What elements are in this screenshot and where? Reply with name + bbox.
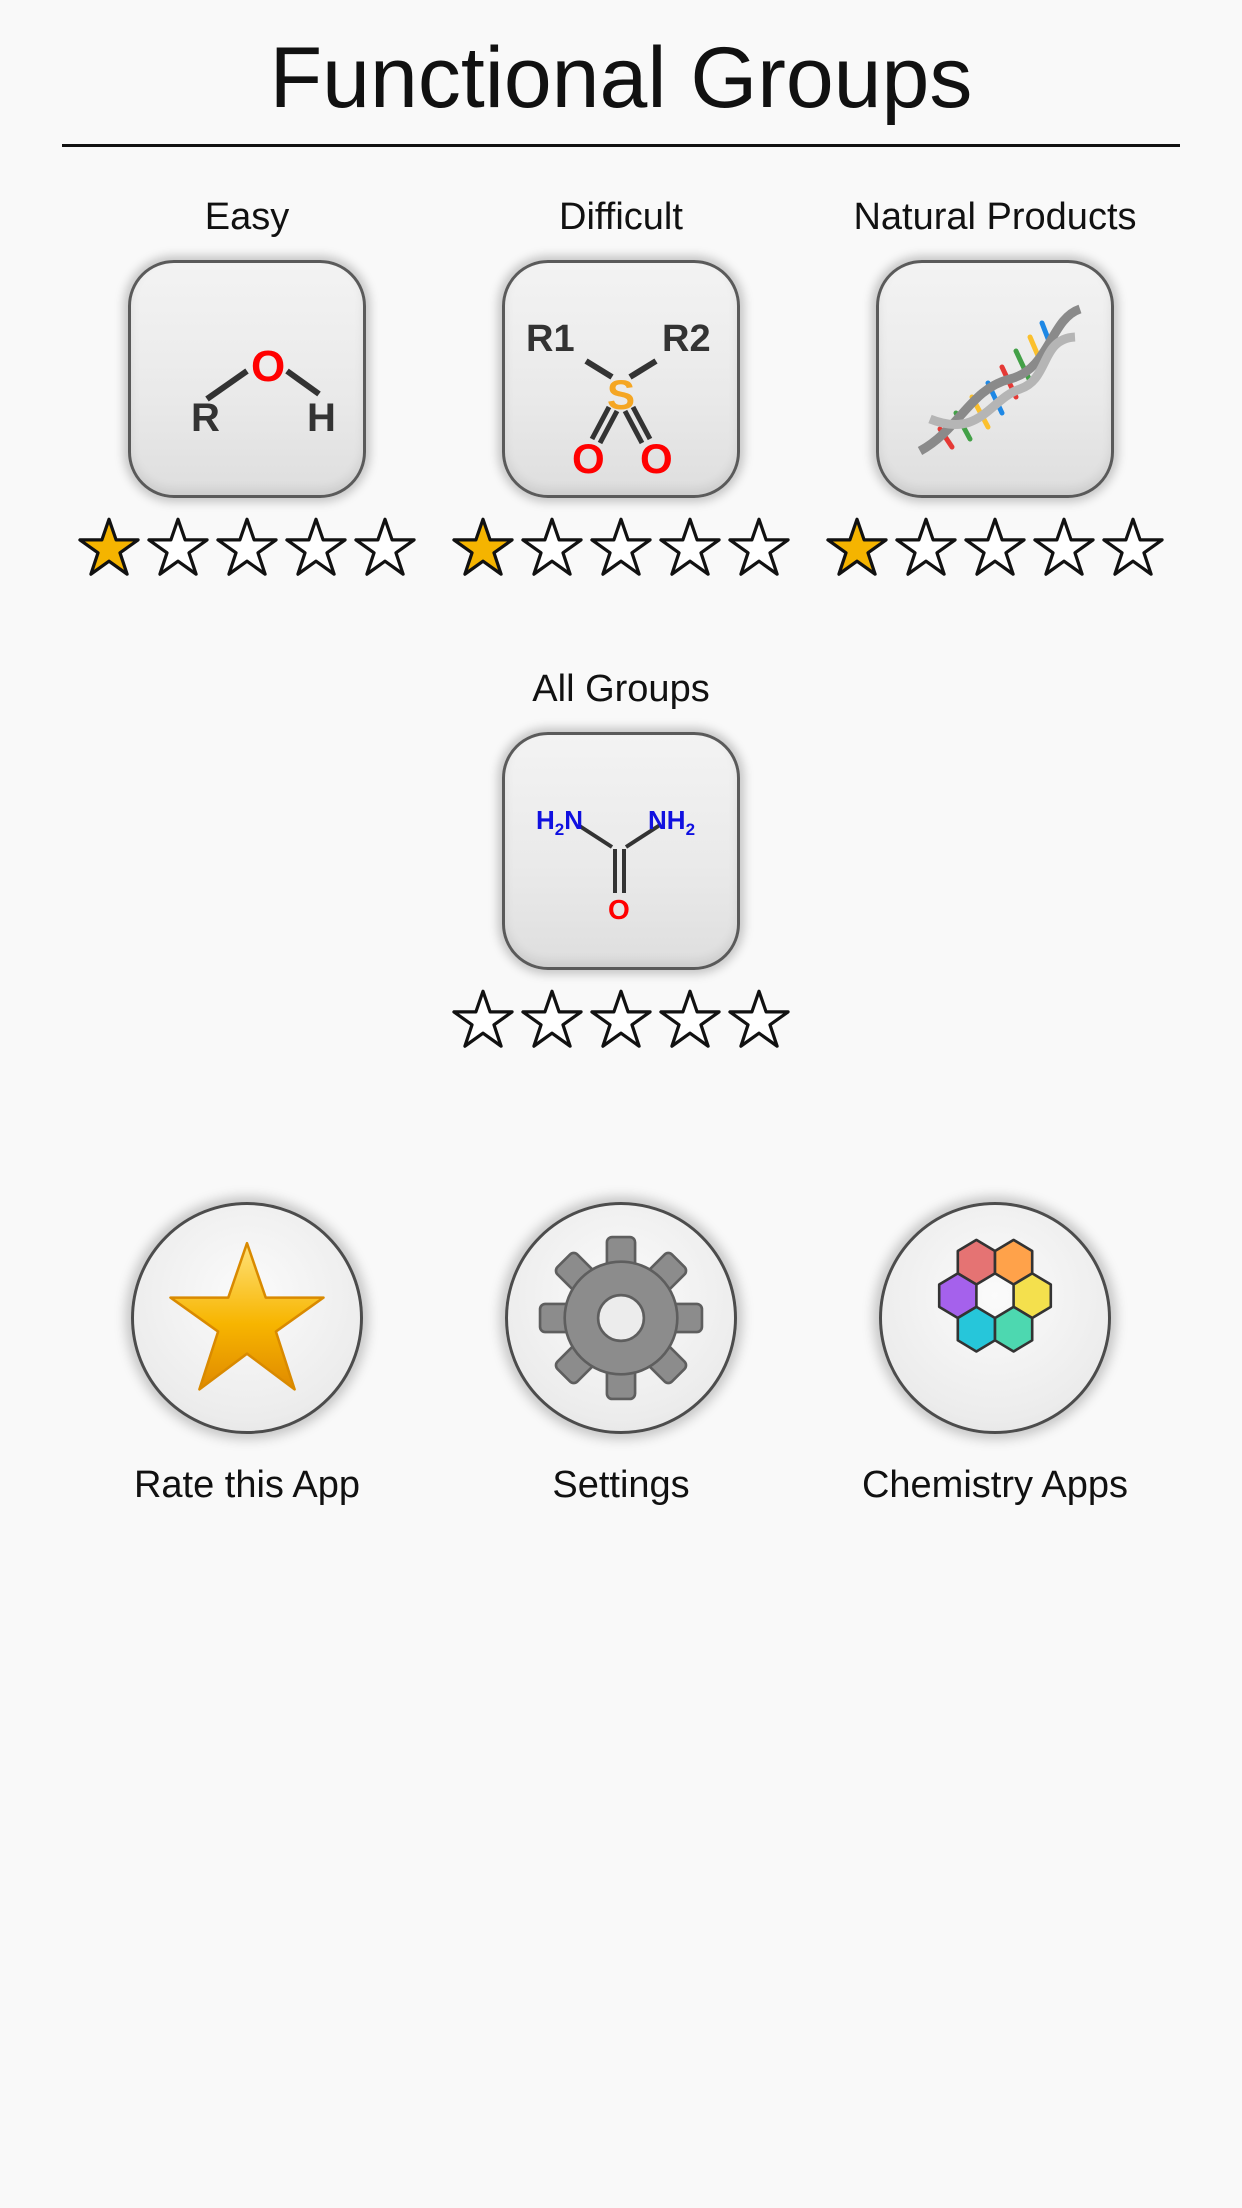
star-empty-icon	[521, 517, 583, 576]
star-empty-icon	[895, 517, 957, 576]
level-natural-products: Natural Products	[808, 194, 1182, 578]
atom-o-right: O	[640, 435, 673, 479]
chemistry-apps-button[interactable]	[879, 1202, 1111, 1434]
level-easy-rating	[76, 516, 418, 578]
level-easy-button[interactable]: R O H	[128, 260, 366, 498]
group-r2: R2	[662, 318, 711, 360]
settings-button[interactable]	[505, 1202, 737, 1434]
amine-left: H2N	[536, 805, 583, 839]
star-empty-icon	[590, 517, 652, 576]
star-empty-icon	[216, 517, 278, 576]
amine-right: NH2	[648, 805, 695, 839]
level-difficult-label: Difficult	[559, 196, 683, 238]
atom-s: S	[607, 371, 635, 418]
atom-h: H	[307, 396, 336, 440]
atom-r: R	[191, 396, 220, 440]
sulfonyl-structure-icon: R1 R2 S O O	[526, 318, 711, 479]
chemistry-apps-label: Chemistry Apps	[861, 1464, 1129, 1506]
page-title: Functional Groups	[269, 30, 973, 126]
star-filled-icon	[78, 517, 140, 576]
star-empty-icon	[659, 517, 721, 576]
star-empty-icon	[590, 989, 652, 1048]
star-empty-icon	[728, 989, 790, 1048]
level-difficult-button[interactable]: R1 R2 S O O	[502, 260, 740, 498]
hydroxyl-structure-icon: R O H	[191, 342, 336, 440]
star-empty-icon	[964, 517, 1026, 576]
hexagon-rings-icon	[937, 1238, 1053, 1353]
level-natural-products-rating	[824, 516, 1166, 578]
chemistry-apps-action: Chemistry Apps	[808, 1202, 1182, 1508]
gear-icon	[538, 1235, 704, 1401]
level-difficult: Difficult R1 R2 S O O	[434, 194, 808, 578]
group-r1: R1	[526, 318, 575, 360]
star-empty-icon	[659, 989, 721, 1048]
dna-helix-icon	[917, 304, 1082, 455]
urea-structure-icon: H2N NH2 O	[536, 805, 695, 925]
atom-o: O	[251, 342, 285, 391]
rate-app-button[interactable]	[131, 1202, 363, 1434]
atom-o-left: O	[572, 435, 605, 479]
level-easy: Easy R O H	[60, 194, 434, 578]
level-natural-products-button[interactable]	[876, 260, 1114, 498]
settings-label: Settings	[552, 1464, 690, 1506]
atom-o: O	[608, 894, 630, 925]
rate-app-action: Rate this App	[60, 1202, 434, 1508]
star-empty-icon	[147, 517, 209, 576]
star-empty-icon	[521, 989, 583, 1048]
rate-app-label: Rate this App	[133, 1464, 361, 1506]
level-all-groups-button[interactable]: H2N NH2 O	[502, 732, 740, 970]
star-filled-icon	[826, 517, 888, 576]
settings-action: Settings	[434, 1202, 808, 1508]
level-natural-products-label: Natural Products	[853, 196, 1137, 238]
level-difficult-rating	[450, 516, 792, 578]
title-divider	[62, 144, 1180, 147]
star-empty-icon	[1102, 517, 1164, 576]
level-easy-label: Easy	[204, 196, 290, 238]
star-empty-icon	[452, 989, 514, 1048]
star-empty-icon	[1033, 517, 1095, 576]
star-empty-icon	[354, 517, 416, 576]
star-empty-icon	[728, 517, 790, 576]
star-filled-icon	[452, 517, 514, 576]
star-icon	[169, 1241, 325, 1391]
level-all-groups-label: All Groups	[532, 668, 710, 710]
level-all-groups: All Groups H2N NH2 O	[434, 666, 808, 1050]
level-all-groups-rating	[450, 988, 792, 1050]
star-empty-icon	[285, 517, 347, 576]
